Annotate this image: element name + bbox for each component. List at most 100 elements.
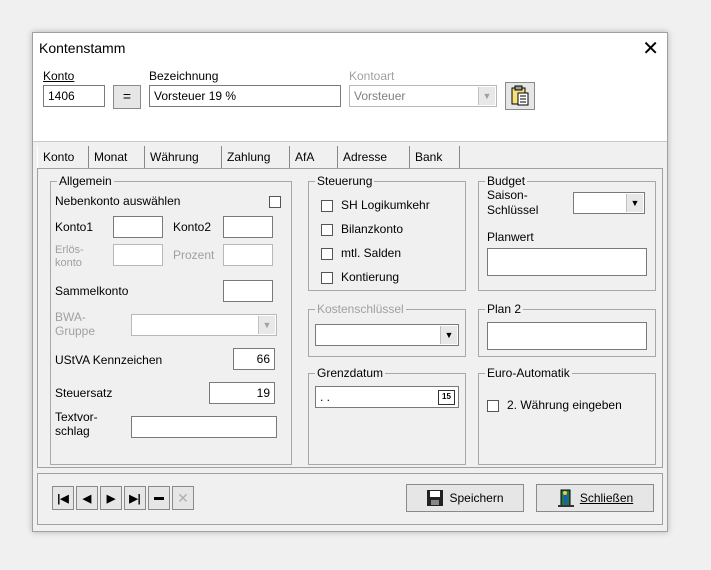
chevron-down-icon: ▼ — [626, 194, 643, 212]
steuersatz-label: Steuersatz — [55, 386, 113, 400]
textvorschlag-input[interactable] — [131, 416, 277, 438]
footer-bar: |◀ ◀ ▶ ▶| ✕ Speichern Schließen — [37, 473, 663, 525]
tab-monat[interactable]: Monat — [89, 146, 145, 168]
next-record-button[interactable]: ▶ — [100, 486, 122, 510]
kontoart-label: Kontoart — [349, 69, 395, 83]
konto-label: Konto — [43, 69, 75, 83]
konto2-input[interactable] — [223, 216, 273, 238]
first-icon: |◀ — [57, 492, 69, 505]
kostenschluessel-select[interactable]: ▼ — [315, 324, 459, 346]
header-panel: Konto 1406 = Bezeichnung Vorsteuer 19 % … — [33, 63, 667, 142]
bwa-gruppe-label: BWA- Gruppe — [55, 310, 96, 338]
speichern-button[interactable]: Speichern — [406, 484, 524, 512]
window-title: Kontenstamm — [39, 40, 126, 56]
last-record-button[interactable]: ▶| — [124, 486, 146, 510]
grenzdatum-input[interactable]: . . 15 — [315, 386, 459, 408]
prev-icon: ◀ — [82, 492, 92, 505]
plan2-input[interactable] — [487, 322, 647, 350]
kontenstamm-window: Kontenstamm ✕ Konto 1406 = Bezeichnung V… — [32, 32, 668, 532]
tab-page-konto: Allgemein Nebenkonto auswählen Konto1 Ko… — [37, 168, 663, 468]
konto2-label: Konto2 — [173, 220, 212, 234]
bilanzkonto-checkbox[interactable] — [321, 224, 333, 236]
allgemein-title: Allgemein — [57, 174, 114, 188]
planwert-label: Planwert — [487, 230, 534, 244]
budget-title: Budget — [485, 174, 528, 188]
kostenschluessel-title: Kostenschlüssel — [315, 302, 406, 316]
kontierung-checkbox[interactable] — [321, 272, 333, 284]
prozent-label: Prozent — [173, 248, 215, 262]
nebenkonto-label: Nebenkonto auswählen — [55, 194, 181, 208]
grenzdatum-value: . . — [320, 390, 331, 404]
delete-record-button[interactable] — [148, 486, 170, 510]
chevron-down-icon: ▼ — [478, 87, 495, 105]
grenzdatum-group: Grenzdatum . . 15 — [308, 366, 466, 465]
zweite-waehrung-label: 2. Währung eingeben — [507, 398, 622, 412]
kontoart-value: Vorsteuer — [354, 89, 406, 103]
plan2-title: Plan 2 — [485, 302, 524, 316]
konto-input[interactable]: 1406 — [43, 85, 105, 107]
cancel-record-button[interactable]: ✕ — [172, 486, 194, 510]
calendar-icon[interactable]: 15 — [438, 390, 455, 405]
nebenkonto-checkbox[interactable] — [269, 196, 281, 208]
first-record-button[interactable]: |◀ — [52, 486, 74, 510]
x-icon: ✕ — [177, 489, 189, 506]
exit-door-icon — [557, 489, 574, 507]
grenzdatum-title: Grenzdatum — [315, 366, 386, 380]
prozent-input[interactable] — [223, 244, 273, 266]
euro-automatik-group: Euro-Automatik 2. Währung eingeben — [478, 366, 656, 465]
last-icon: ▶| — [129, 492, 141, 505]
sh-logikumkehr-checkbox[interactable] — [321, 200, 333, 212]
saisonschluessel-label: Saison- Schlüssel — [487, 188, 539, 217]
bezeichnung-label: Bezeichnung — [149, 69, 219, 83]
tab-waehrung[interactable]: Währung — [145, 146, 222, 168]
tab-bank[interactable]: Bank — [410, 146, 460, 168]
steuerung-title: Steuerung — [315, 174, 375, 188]
next-icon: ▶ — [106, 492, 116, 505]
sh-logikumkehr-label: SH Logikumkehr — [341, 198, 430, 212]
saisonschluessel-select[interactable]: ▼ — [573, 192, 645, 214]
konto1-label: Konto1 — [55, 220, 94, 234]
clipboard-icon — [511, 85, 529, 106]
ustva-label: UStVA Kennzeichen — [55, 353, 163, 367]
steuersatz-input[interactable]: 19 — [209, 382, 275, 404]
tab-adresse[interactable]: Adresse — [338, 146, 410, 168]
tab-zahlung[interactable]: Zahlung — [222, 146, 290, 168]
floppy-disk-icon — [427, 490, 444, 506]
tab-strip: Konto Monat Währung Zahlung AfA Adresse … — [37, 146, 663, 168]
steuerung-group: Steuerung SH Logikumkehr Bilanzkonto mtl… — [308, 174, 466, 291]
clipboard-button[interactable] — [505, 82, 535, 110]
mtl-salden-checkbox[interactable] — [321, 248, 333, 260]
kontierung-label: Kontierung — [341, 270, 400, 284]
title-bar: Kontenstamm ✕ — [33, 33, 667, 63]
equals-button[interactable]: = — [113, 85, 141, 109]
bezeichnung-input[interactable]: Vorsteuer 19 % — [149, 85, 341, 107]
prev-record-button[interactable]: ◀ — [76, 486, 98, 510]
sammelkonto-label: Sammelkonto — [55, 284, 129, 298]
textvorschlag-label: Textvor-schlag — [55, 410, 98, 438]
sammelkonto-input[interactable] — [223, 280, 273, 302]
bwa-gruppe-select[interactable]: ▼ — [131, 314, 277, 336]
minus-icon — [154, 496, 164, 500]
zweite-waehrung-checkbox[interactable] — [487, 400, 499, 412]
erloeskonto-label: Erlös-konto — [55, 244, 84, 269]
kostenschluessel-group: Kostenschlüssel ▼ — [308, 302, 466, 357]
erloeskonto-input[interactable] — [113, 244, 163, 266]
planwert-input[interactable] — [487, 248, 647, 276]
allgemein-group: Allgemein Nebenkonto auswählen Konto1 Ko… — [50, 174, 292, 465]
bilanzkonto-label: Bilanzkonto — [341, 222, 404, 236]
chevron-down-icon: ▼ — [258, 316, 275, 334]
tab-afa[interactable]: AfA — [290, 146, 338, 168]
mtl-salden-label: mtl. Salden — [341, 246, 402, 260]
kontoart-select[interactable]: Vorsteuer ▼ — [349, 85, 497, 107]
ustva-input[interactable]: 66 — [233, 348, 275, 370]
plan2-group: Plan 2 — [478, 302, 656, 357]
close-icon[interactable]: ✕ — [642, 36, 659, 60]
euro-automatik-title: Euro-Automatik — [485, 366, 572, 380]
schliessen-button[interactable]: Schließen — [536, 484, 654, 512]
konto1-input[interactable] — [113, 216, 163, 238]
tab-konto[interactable]: Konto — [37, 146, 89, 168]
speichern-label: Speichern — [449, 491, 504, 505]
schliessen-label: Schließen — [579, 491, 634, 505]
chevron-down-icon: ▼ — [440, 326, 457, 344]
budget-group: Budget Saison- Schlüssel ▼ Planwert — [478, 174, 656, 291]
